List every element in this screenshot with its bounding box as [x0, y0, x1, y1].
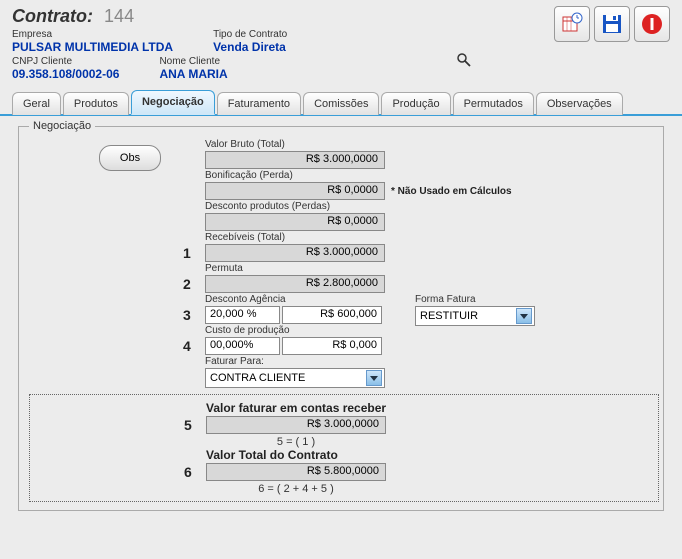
- valor-faturar-label: Valor faturar em contas receber: [206, 401, 652, 415]
- obs-button[interactable]: Obs: [99, 145, 161, 171]
- faturar-para-label: Faturar Para:: [205, 356, 657, 367]
- close-button[interactable]: [634, 6, 670, 42]
- search-icon[interactable]: [456, 52, 472, 71]
- bonificacao-label: Bonificação (Perda): [205, 170, 657, 181]
- empresa-value: PULSAR MULTIMEDIA LTDA: [12, 40, 173, 54]
- permuta-field: R$ 2.800,0000: [205, 275, 385, 293]
- valor-total-field: R$ 5.800,0000: [206, 463, 386, 481]
- custo-producao-label: Custo de produção: [205, 325, 657, 336]
- recebiveis-field: R$ 3.000,0000: [205, 244, 385, 262]
- valor-bruto-field: R$ 3.000,0000: [205, 151, 385, 169]
- valor-total-label: Valor Total do Contrato: [206, 448, 652, 462]
- permuta-label: Permuta: [205, 263, 657, 274]
- desconto-produtos-label: Desconto produtos (Perdas): [205, 201, 657, 212]
- valor-bruto-label: Valor Bruto (Total): [205, 139, 657, 150]
- tabs: Geral Produtos Negociação Faturamento Co…: [0, 89, 682, 116]
- cnpj-label: CNPJ Cliente: [12, 56, 119, 67]
- tab-producao[interactable]: Produção: [381, 92, 450, 115]
- custo-pct-input[interactable]: 00,000%: [205, 337, 280, 355]
- nome-cliente-value: ANA MARIA: [159, 67, 227, 81]
- schedule-button[interactable]: [554, 6, 590, 42]
- tab-faturamento[interactable]: Faturamento: [217, 92, 301, 115]
- custo-val-input[interactable]: R$ 0,000: [282, 337, 382, 355]
- row-num-1: 1: [183, 245, 191, 261]
- header: Contrato: 144 Empresa PULSAR MULTIMEDIA …: [0, 0, 682, 85]
- row-num-4: 4: [183, 338, 191, 354]
- tipo-contrato-value: Venda Direta: [213, 40, 287, 54]
- formula-6: 6 = ( 2 + 4 + 5 ): [206, 483, 386, 495]
- cnpj-value: 09.358.108/0002-06: [12, 67, 119, 81]
- row-num-3: 3: [183, 307, 191, 323]
- forma-fatura-select[interactable]: RESTITUIR: [415, 306, 535, 326]
- chevron-down-icon: [516, 308, 532, 324]
- forma-fatura-label: Forma Fatura: [415, 294, 535, 305]
- tab-produtos[interactable]: Produtos: [63, 92, 129, 115]
- formula-5: 5 = ( 1 ): [206, 436, 386, 448]
- contract-label: Contrato:: [12, 6, 93, 26]
- tab-observacoes[interactable]: Observações: [536, 92, 623, 115]
- contract-number: 144: [104, 6, 134, 26]
- row-num-6: 6: [184, 464, 192, 480]
- tab-permutados[interactable]: Permutados: [453, 92, 534, 115]
- tipo-contrato-label: Tipo de Contrato: [213, 29, 287, 40]
- nome-cliente-label: Nome Cliente: [159, 56, 227, 67]
- toolbar: [554, 6, 670, 42]
- row-num-2: 2: [183, 276, 191, 292]
- negociacao-legend: Negociação: [29, 120, 95, 132]
- valor-faturar-field: R$ 3.000,0000: [206, 416, 386, 434]
- tab-negociacao[interactable]: Negociação: [131, 90, 215, 115]
- row-num-5: 5: [184, 417, 192, 433]
- desc-agencia-pct-input[interactable]: 20,000 %: [205, 306, 280, 324]
- tab-geral[interactable]: Geral: [12, 92, 61, 115]
- negociacao-fieldset: Negociação Obs Valor Bruto (Total) R$ 3.…: [18, 126, 664, 511]
- chevron-down-icon: [366, 370, 382, 386]
- desc-agencia-val-input[interactable]: R$ 600,000: [282, 306, 382, 324]
- bonificacao-field: R$ 0,0000: [205, 182, 385, 200]
- tab-comissoes[interactable]: Comissões: [303, 92, 379, 115]
- faturar-para-select[interactable]: CONTRA CLIENTE: [205, 368, 385, 388]
- forma-fatura-value: RESTITUIR: [420, 310, 478, 322]
- desconto-produtos-field: R$ 0,0000: [205, 213, 385, 231]
- recebiveis-label: Recebíveis (Total): [205, 232, 657, 243]
- faturar-para-value: CONTRA CLIENTE: [210, 372, 305, 384]
- empresa-label: Empresa: [12, 29, 173, 40]
- totals-box: Valor faturar em contas receber 5 R$ 3.0…: [29, 394, 659, 502]
- bonificacao-note: * Não Usado em Cálculos: [391, 186, 512, 197]
- save-button[interactable]: [594, 6, 630, 42]
